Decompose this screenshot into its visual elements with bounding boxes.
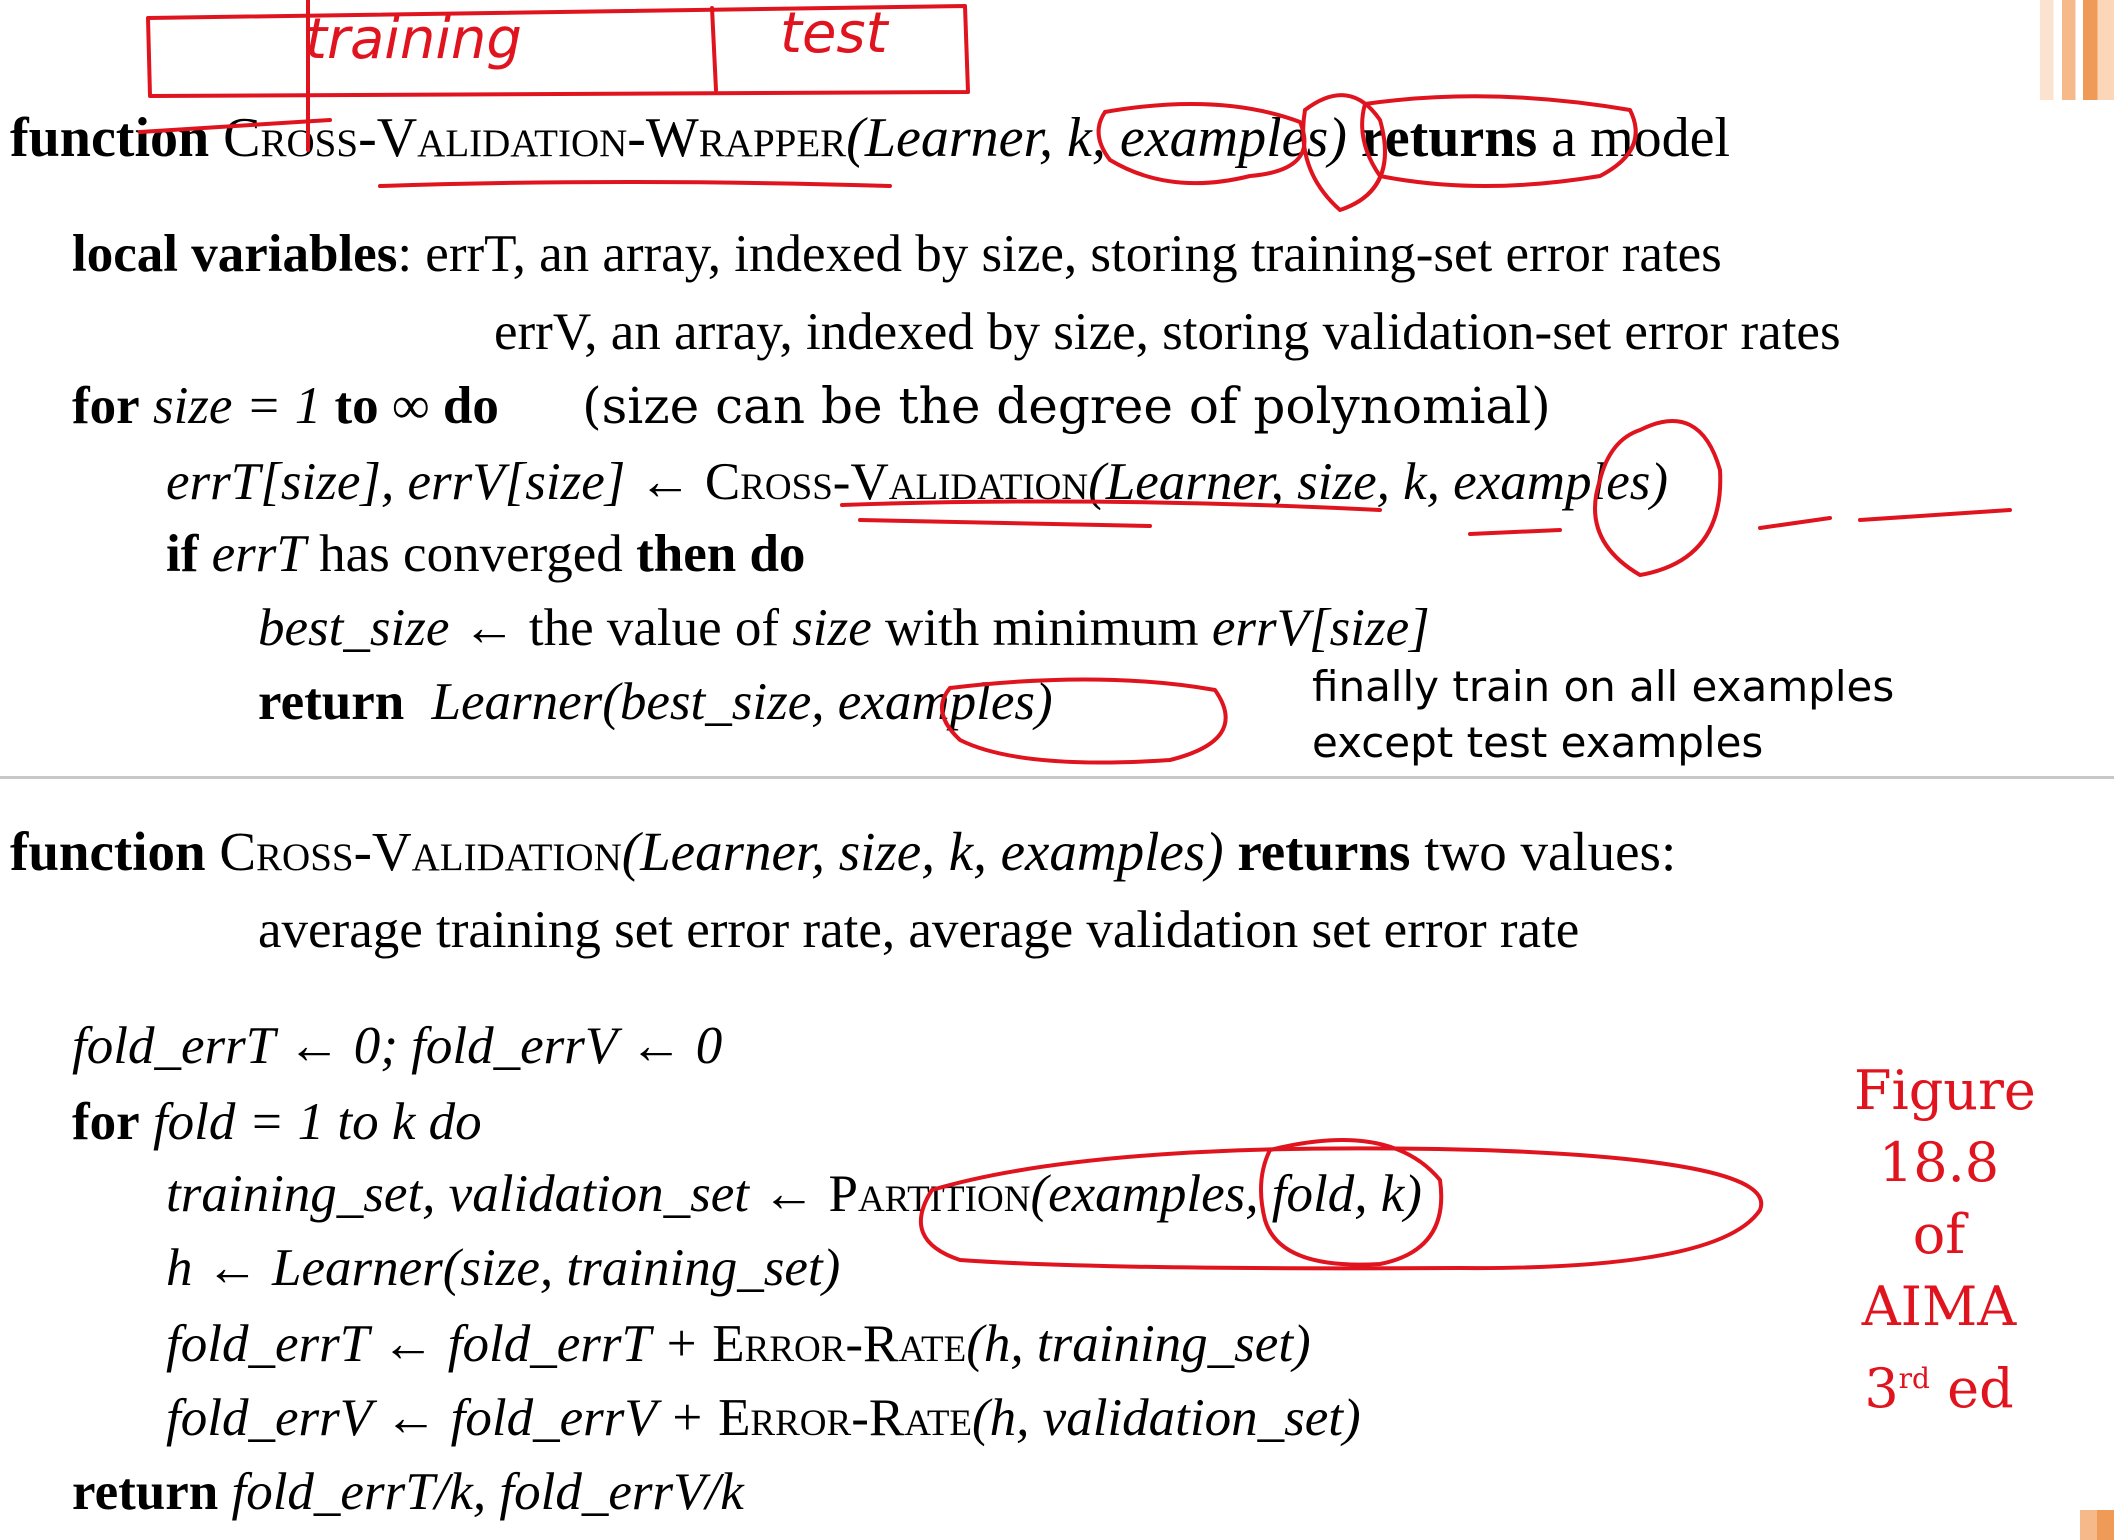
infinity-symbol: ∞ — [391, 377, 430, 435]
keyword-for: for — [72, 377, 140, 435]
local-variables-text-1: : errT, an array, indexed by size, stori… — [397, 225, 1722, 283]
arrow: ← — [462, 599, 516, 657]
for-fold-body: fold = 1 to k do — [152, 1093, 482, 1151]
keyword-returns: returns — [1360, 107, 1538, 169]
best-size-var-size: size — [792, 599, 872, 657]
best-size-text-2: with minimum — [885, 599, 1199, 657]
annotation-box-divider — [710, 6, 718, 92]
assign-lhs: errT[size], errV[size] ← — [166, 453, 692, 511]
keyword-local-variables: local variables — [72, 225, 398, 283]
return-learner-line: return Learner(best_size, examples) — [258, 670, 1053, 734]
cv-header: function Cross-Validation(Learner, size,… — [10, 820, 1676, 884]
errv-update-line: fold_errV ← fold_errV + Error-Rate(h, va… — [166, 1386, 1361, 1450]
handwritten-test: test — [780, 1, 888, 66]
partition-line: training_set, validation_set ← Partition… — [166, 1162, 1422, 1226]
partition-args: (examples, fold, k) — [1030, 1165, 1422, 1223]
best-size-var: best_size — [258, 599, 450, 657]
figure-caption: Figure 18.8 of AIMA 3rd ed — [1854, 1055, 2036, 1425]
error-rate-args-v: (h, validation_set) — [972, 1389, 1361, 1447]
handwritten-training: training — [305, 7, 522, 72]
return-fold-line: return fold_errT/k, fold_errV/k — [72, 1460, 744, 1524]
error-rate-args-t: (h, training_set) — [966, 1315, 1311, 1373]
local-variables-text-2: errV, an array, indexed by size, storing… — [494, 303, 1841, 361]
keyword-return: return — [258, 673, 405, 731]
figure-caption-line-3: AIMA — [1861, 1275, 2017, 1338]
local-variables-line-1: local variables: errT, an array, indexed… — [72, 222, 1722, 286]
errt-lhs: fold_errT ← fold_errT + — [166, 1315, 700, 1373]
dash-learner — [1468, 528, 1562, 536]
dash-examples — [1858, 508, 2012, 522]
cv-header-line-2: average training set error rate, average… — [258, 901, 1580, 959]
figure-caption-line-2: 18.8 of — [1878, 1131, 2000, 1266]
keyword-return-cv: return — [72, 1463, 219, 1521]
note-line-2: except test examples — [1312, 718, 1764, 767]
return-description: a model — [1551, 107, 1731, 169]
if-condition-var: errT — [211, 525, 306, 583]
corner-decoration-bottom — [2080, 1510, 2114, 1540]
figure-caption-line-4: 3rd ed — [1854, 1343, 2024, 1425]
errv-lhs: fold_errV ← fold_errV + — [166, 1389, 705, 1447]
for-fold-line: for fold = 1 to k do — [72, 1090, 482, 1154]
keyword-if: if — [166, 525, 199, 583]
best-size-errv: errV[size] — [1211, 599, 1430, 657]
partition-lhs: training_set, validation_set ← — [166, 1165, 816, 1223]
errt-update-line: fold_errT ← fold_errT + Error-Rate(h, tr… — [166, 1312, 1311, 1376]
figure-caption-line-1: Figure — [1854, 1059, 2036, 1122]
section-divider — [0, 776, 2114, 779]
cross-validation-args: (Learner, size, k, examples) — [1088, 453, 1669, 511]
error-rate-call-v: Error-Rate — [718, 1389, 973, 1447]
keyword-returns-cv: returns — [1237, 821, 1411, 882]
dash-k — [1758, 516, 1832, 530]
return-fold-expr: fold_errT/k, fold_errV/k — [231, 1463, 744, 1521]
best-size-line: best_size ← the value of size with minim… — [258, 596, 1430, 660]
slide: training test function Cross-Validation-… — [0, 0, 2114, 1540]
if-line: if errT has converged then do — [166, 522, 805, 586]
underline-cross-validation-2 — [858, 518, 1152, 528]
init-line: fold_errT ← 0; fold_errV ← 0 — [72, 1017, 723, 1075]
cv-function-name: Cross-Validation — [219, 821, 622, 882]
note-line-1: finally train on all examples — [1312, 662, 1895, 711]
error-rate-call-t: Error-Rate — [712, 1315, 967, 1373]
underline-wrapper — [378, 180, 892, 188]
return-learner-expr: Learner(best_size, examples) — [431, 673, 1053, 731]
function-args: (Learner, k, examples) — [846, 107, 1347, 169]
local-variables-line-2: errV, an array, indexed by size, storing… — [494, 300, 1841, 364]
keyword-function-cv: function — [10, 821, 206, 882]
edition-tail: ed — [1929, 1357, 2014, 1420]
best-size-text-1: the value of — [528, 599, 780, 657]
h-line: h ← Learner(size, training_set) — [166, 1239, 841, 1297]
cv-function-args: (Learner, size, k, examples) — [621, 821, 1224, 882]
edition-number: 3 — [1864, 1357, 1899, 1420]
keyword-function: function — [10, 107, 210, 169]
function-name: Cross-Validation-Wrapper — [223, 107, 847, 169]
partition-call: Partition — [828, 1165, 1031, 1223]
for-note: (size can be the degree of polynomial) — [582, 377, 1551, 435]
keyword-for-fold: for — [72, 1093, 140, 1151]
wrapper-header: function Cross-Validation-Wrapper(Learne… — [10, 106, 1730, 170]
for-size-line: for size = 1 to ∞ do (size can be the de… — [72, 374, 1551, 438]
cross-validation-call: Cross-Validation — [704, 453, 1089, 511]
assign-cv-line: errT[size], errV[size] ← Cross-Validatio… — [166, 450, 1668, 514]
corner-decoration-top — [2040, 0, 2114, 100]
if-condition-text: has converged — [319, 525, 623, 583]
keyword-then-do: then do — [636, 525, 806, 583]
keyword-to: to — [334, 377, 379, 435]
keyword-do: do — [442, 377, 499, 435]
for-size-init: size = 1 — [152, 377, 322, 435]
cv-return-description: two values: — [1424, 821, 1677, 882]
edition-suffix: rd — [1898, 1362, 1930, 1395]
